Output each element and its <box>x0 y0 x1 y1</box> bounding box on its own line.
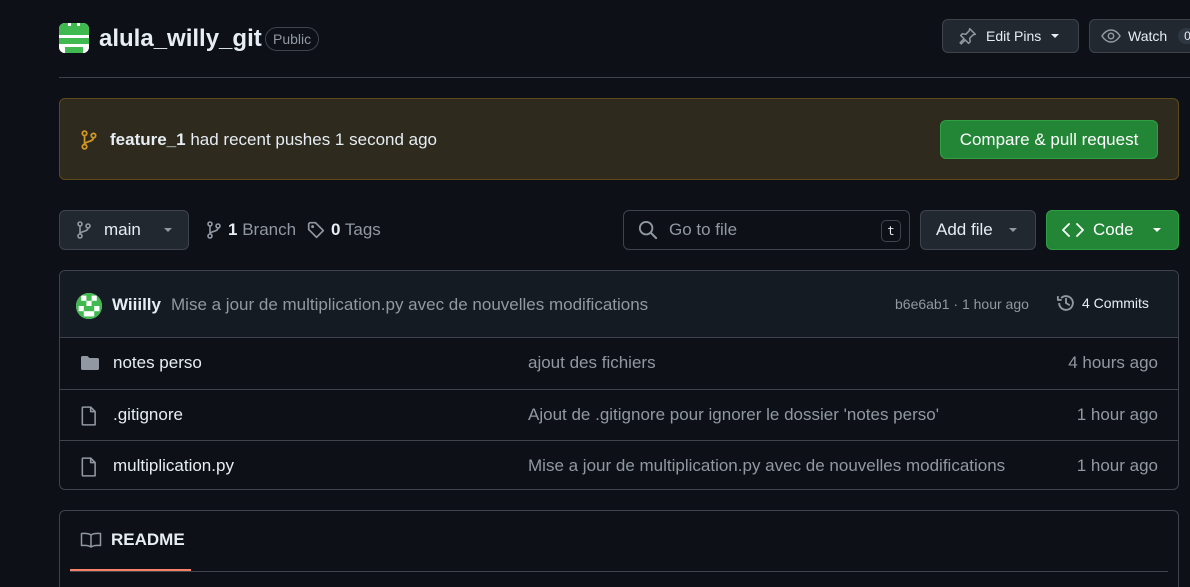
add-file-label: Add file <box>936 220 993 239</box>
file-name[interactable]: multiplication.py <box>113 456 234 476</box>
file-commit-time: 1 hour ago <box>1076 456 1158 475</box>
commits-link[interactable]: 4 Commits <box>1056 293 1149 313</box>
compare-pull-request-button[interactable]: Compare & pull request <box>940 120 1158 159</box>
edit-pins-label: Edit Pins <box>986 28 1042 44</box>
push-message-text: had recent pushes 1 second ago <box>185 130 438 149</box>
edit-pins-button[interactable]: Edit Pins <box>942 19 1079 53</box>
watch-label: Watch <box>1128 28 1168 44</box>
pushed-branch-name[interactable]: feature_1 <box>110 130 186 149</box>
readme-tab[interactable]: README <box>70 511 191 571</box>
search-icon <box>638 220 658 240</box>
go-to-file-input[interactable]: Go to file t <box>623 210 910 250</box>
file-name[interactable]: .gitignore <box>113 405 183 425</box>
pin-icon <box>959 27 977 45</box>
code-label: Code <box>1093 220 1134 239</box>
folder-icon <box>80 354 100 372</box>
file-commit-message[interactable]: ajout des fichiers <box>528 353 1008 373</box>
chevron-down-icon <box>1008 225 1018 235</box>
readme-panel: README <box>59 510 1179 587</box>
tags-link[interactable]: 0 Tags <box>307 220 381 240</box>
branch-label: Branch <box>242 220 297 239</box>
watch-button[interactable]: Watch 0 <box>1089 19 1190 53</box>
readme-divider <box>70 571 1168 572</box>
repo-name[interactable]: alula_willy_git <box>99 23 262 55</box>
file-commit-time: 1 hour ago <box>1076 405 1158 424</box>
go-to-file-placeholder: Go to file <box>669 220 738 239</box>
branch-count: 1 <box>228 220 238 239</box>
header-divider <box>59 77 1190 78</box>
commit-message[interactable]: Mise a jour de multiplication.py avec de… <box>171 295 648 315</box>
visibility-badge: Public <box>265 27 320 51</box>
current-branch-label: main <box>104 220 141 239</box>
git-branch-icon <box>76 221 92 239</box>
book-icon <box>80 531 102 549</box>
commit-author[interactable]: Wiiilly <box>112 295 161 315</box>
keyboard-shortcut-hint: t <box>881 220 901 242</box>
add-file-button[interactable]: Add file <box>920 210 1036 250</box>
chevron-down-icon <box>163 225 173 235</box>
tag-count: 0 <box>331 220 341 239</box>
file-commit-message[interactable]: Ajout de .gitignore pour ignorer le doss… <box>528 405 1008 425</box>
chevron-down-icon <box>1152 225 1162 235</box>
file-row[interactable]: .gitignore Ajout de .gitignore pour igno… <box>60 389 1178 440</box>
repo-avatar[interactable] <box>59 23 89 53</box>
history-icon <box>1056 293 1076 313</box>
branch-selector[interactable]: main <box>59 210 189 250</box>
git-branch-icon <box>206 221 222 239</box>
file-icon <box>80 457 98 477</box>
file-icon <box>80 406 98 426</box>
file-name[interactable]: notes perso <box>113 353 202 373</box>
tag-label: Tags <box>344 220 381 239</box>
file-commit-message[interactable]: Mise a jour de multiplication.py avec de… <box>528 456 1008 476</box>
git-branch-icon <box>80 130 98 150</box>
file-table: Wiiilly Mise a jour de multiplication.py… <box>59 270 1179 490</box>
recent-push-banner: feature_1 had recent pushes 1 second ago… <box>59 98 1179 180</box>
latest-commit-bar: Wiiilly Mise a jour de multiplication.py… <box>60 271 1178 338</box>
readme-tab-label: README <box>111 530 185 549</box>
file-row[interactable]: notes perso ajout des fichiers 4 hours a… <box>60 338 1178 389</box>
branches-link[interactable]: 1 Branch <box>206 220 296 240</box>
author-avatar[interactable] <box>76 293 102 319</box>
file-commit-time: 4 hours ago <box>1068 353 1158 372</box>
file-row[interactable]: multiplication.py Mise a jour de multipl… <box>60 440 1178 489</box>
code-button[interactable]: Code <box>1046 210 1179 250</box>
push-message: feature_1 had recent pushes 1 second ago <box>110 129 437 151</box>
tag-icon <box>307 221 325 239</box>
code-icon <box>1062 222 1084 238</box>
eye-icon <box>1101 27 1121 45</box>
chevron-down-icon <box>1050 31 1060 41</box>
commit-sha-time[interactable]: b6e6ab1 · 1 hour ago <box>895 296 1029 312</box>
commits-count-label: 4 Commits <box>1082 295 1149 311</box>
watch-count: 0 <box>1178 28 1190 44</box>
